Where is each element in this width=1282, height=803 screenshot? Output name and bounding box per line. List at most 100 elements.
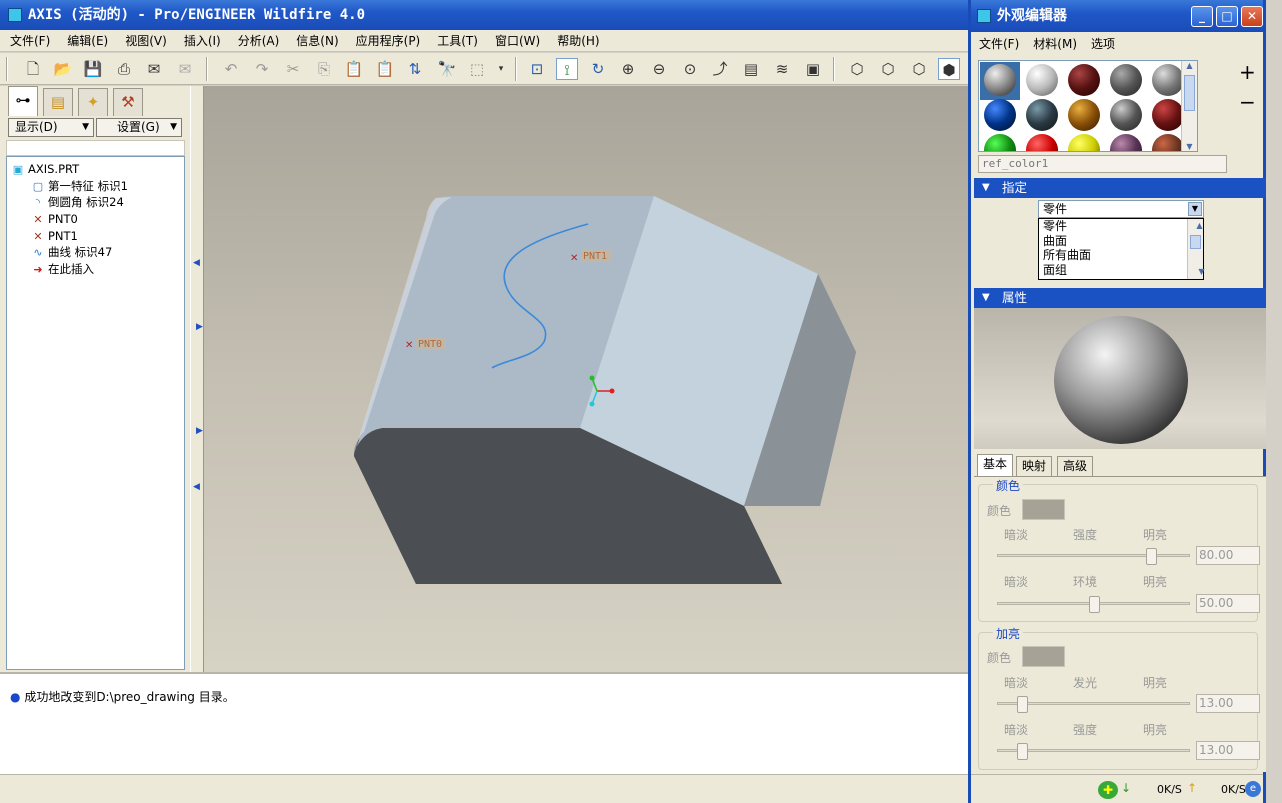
- scroll-thumb[interactable]: [1190, 235, 1201, 249]
- scroll-up-icon[interactable]: ▲: [1182, 61, 1197, 70]
- palette-scrollbar[interactable]: ▲ ▼: [1181, 61, 1197, 151]
- chevron-down-icon[interactable]: ▼: [1188, 202, 1202, 216]
- scroll-down-icon[interactable]: ▼: [1182, 142, 1197, 151]
- tree-item-part[interactable]: ▣ AXIS.PRT: [11, 161, 79, 177]
- close-button[interactable]: ✕: [1241, 6, 1263, 27]
- swatch-blue[interactable]: [984, 99, 1016, 131]
- mail-attachment-icon[interactable]: ✉: [174, 58, 196, 80]
- swatch-slate[interactable]: [1026, 99, 1058, 131]
- color-intensity-value[interactable]: 80.00: [1196, 546, 1260, 565]
- menu-insert[interactable]: 插入(I): [184, 32, 221, 49]
- swatch-white[interactable]: [1026, 64, 1058, 96]
- color-swatch[interactable]: [1022, 499, 1065, 520]
- expand-arrow-icon[interactable]: ▶: [196, 322, 203, 332]
- copy-icon[interactable]: ⎘: [313, 58, 335, 80]
- tree-item-pnt0[interactable]: ✕ PNT0: [31, 211, 78, 227]
- minimize-button[interactable]: _: [1191, 6, 1213, 27]
- zoom-in-icon[interactable]: ⊕: [617, 58, 639, 80]
- saved-views-icon[interactable]: ▤: [740, 58, 762, 80]
- tab-folder-browser[interactable]: ▤: [43, 88, 73, 116]
- find-icon[interactable]: 🔭: [436, 58, 458, 80]
- zoom-out-icon[interactable]: ⊖: [648, 58, 670, 80]
- menu-applications[interactable]: 应用程序(P): [356, 32, 421, 49]
- expand-arrow-icon[interactable]: ▶: [196, 426, 203, 436]
- remove-appearance-button[interactable]: −: [1239, 90, 1256, 114]
- collapse-arrow-icon[interactable]: ◀: [193, 258, 200, 268]
- assign-option[interactable]: 零件: [1039, 219, 1203, 234]
- appearance-name-field[interactable]: ref_color1: [978, 155, 1227, 173]
- slider-thumb[interactable]: [1017, 743, 1029, 760]
- paste-icon[interactable]: 📋: [343, 58, 365, 80]
- highlight-color-swatch[interactable]: [1022, 646, 1065, 667]
- swatch-crosshair[interactable]: [1110, 64, 1142, 96]
- assign-select[interactable]: 零件 ▼: [1038, 200, 1204, 218]
- regenerate-icon[interactable]: ⇅: [404, 58, 426, 80]
- tree-item-first-feature[interactable]: ▢ 第一特征 标识1: [31, 178, 128, 194]
- model-viewport[interactable]: ✕ PNT0 ✕ PNT1: [204, 86, 968, 672]
- undo-icon[interactable]: ↶: [220, 58, 242, 80]
- menu-edit[interactable]: 编辑(E): [67, 32, 108, 49]
- menu-analysis[interactable]: 分析(A): [238, 32, 280, 49]
- tab-advanced[interactable]: 高级: [1057, 456, 1094, 476]
- panel-splitter[interactable]: ◀ ▶ ▶ ◀: [190, 86, 204, 672]
- swatch-dark-red[interactable]: [1068, 64, 1100, 96]
- tab-favorites[interactable]: ✦: [78, 88, 108, 116]
- view-manager-icon[interactable]: ▣: [802, 58, 824, 80]
- new-file-icon[interactable]: 🗋: [22, 58, 44, 80]
- highlight-intensity-slider[interactable]: [997, 743, 1190, 760]
- redo-icon[interactable]: ↷: [251, 58, 273, 80]
- slider-thumb[interactable]: [1146, 548, 1158, 565]
- tree-item-insert-here[interactable]: ➜ 在此插入: [31, 261, 94, 277]
- swatch-yellow[interactable]: [1068, 134, 1100, 151]
- reorient-icon[interactable]: ⤴: [709, 58, 731, 80]
- color-intensity-slider[interactable]: [997, 548, 1190, 565]
- cut-icon[interactable]: ✂: [282, 58, 304, 80]
- menu-tools[interactable]: 工具(T): [437, 32, 478, 49]
- spin-center-icon[interactable]: ⟟: [556, 58, 578, 80]
- repaint-icon[interactable]: ⊡: [526, 58, 548, 80]
- swatch-brown[interactable]: [1152, 134, 1184, 151]
- tree-item-curve[interactable]: ∿ 曲线 标识47: [31, 244, 112, 260]
- orient-mode-icon[interactable]: ↻: [587, 58, 609, 80]
- ambient-slider[interactable]: [997, 596, 1190, 613]
- refit-icon[interactable]: ⊙: [679, 58, 701, 80]
- no-hidden-icon[interactable]: ⬡: [908, 58, 930, 80]
- ae-menu-file[interactable]: 文件(F): [979, 35, 1019, 52]
- swatch-silver[interactable]: [1152, 64, 1184, 96]
- wireframe-icon[interactable]: ⬡: [846, 58, 868, 80]
- scroll-thumb[interactable]: [1184, 75, 1195, 111]
- assign-option[interactable]: 面组: [1039, 263, 1203, 278]
- menu-window[interactable]: 窗口(W): [495, 32, 540, 49]
- assign-option[interactable]: 所有曲面: [1039, 248, 1203, 263]
- slider-thumb[interactable]: [1017, 696, 1029, 713]
- scroll-up-icon[interactable]: ▲: [1192, 219, 1203, 234]
- ambient-value[interactable]: 50.00: [1196, 594, 1260, 613]
- pnt0-label[interactable]: PNT0: [418, 339, 442, 350]
- tab-model-tree[interactable]: ⊶: [8, 86, 38, 116]
- highlight-intensity-value[interactable]: 13.00: [1196, 741, 1260, 760]
- swatch-red[interactable]: [1026, 134, 1058, 151]
- swatch-maroon[interactable]: [1152, 99, 1184, 131]
- tree-item-pnt1[interactable]: ✕ PNT1: [31, 228, 78, 244]
- send-mail-icon[interactable]: ✉: [143, 58, 165, 80]
- collapse-arrow-icon[interactable]: ◀: [193, 482, 200, 492]
- select-box-icon[interactable]: ⬚: [466, 58, 488, 80]
- layers-icon[interactable]: ≋: [771, 58, 793, 80]
- menu-file[interactable]: 文件(F): [10, 32, 50, 49]
- shininess-value[interactable]: 13.00: [1196, 694, 1260, 713]
- paste-special-icon[interactable]: 📋: [374, 58, 396, 80]
- menu-view[interactable]: 视图(V): [125, 32, 167, 49]
- shininess-slider[interactable]: [997, 696, 1190, 713]
- assign-section-header[interactable]: ▼ 指定: [974, 178, 1266, 198]
- ae-menu-material[interactable]: 材料(M): [1033, 35, 1077, 52]
- swatch-purple[interactable]: [1110, 134, 1142, 151]
- ae-menu-options[interactable]: 选项: [1091, 35, 1115, 52]
- hidden-line-icon[interactable]: ⬡: [877, 58, 899, 80]
- swatch-grey[interactable]: [984, 64, 1016, 96]
- tab-basic[interactable]: 基本: [977, 454, 1014, 476]
- tab-map[interactable]: 映射: [1016, 456, 1053, 476]
- slider-thumb[interactable]: [1088, 596, 1100, 613]
- save-icon[interactable]: 💾: [82, 58, 104, 80]
- assign-list-scrollbar[interactable]: ▲ ▼: [1187, 219, 1205, 279]
- shading-icon[interactable]: ⬢: [938, 58, 960, 80]
